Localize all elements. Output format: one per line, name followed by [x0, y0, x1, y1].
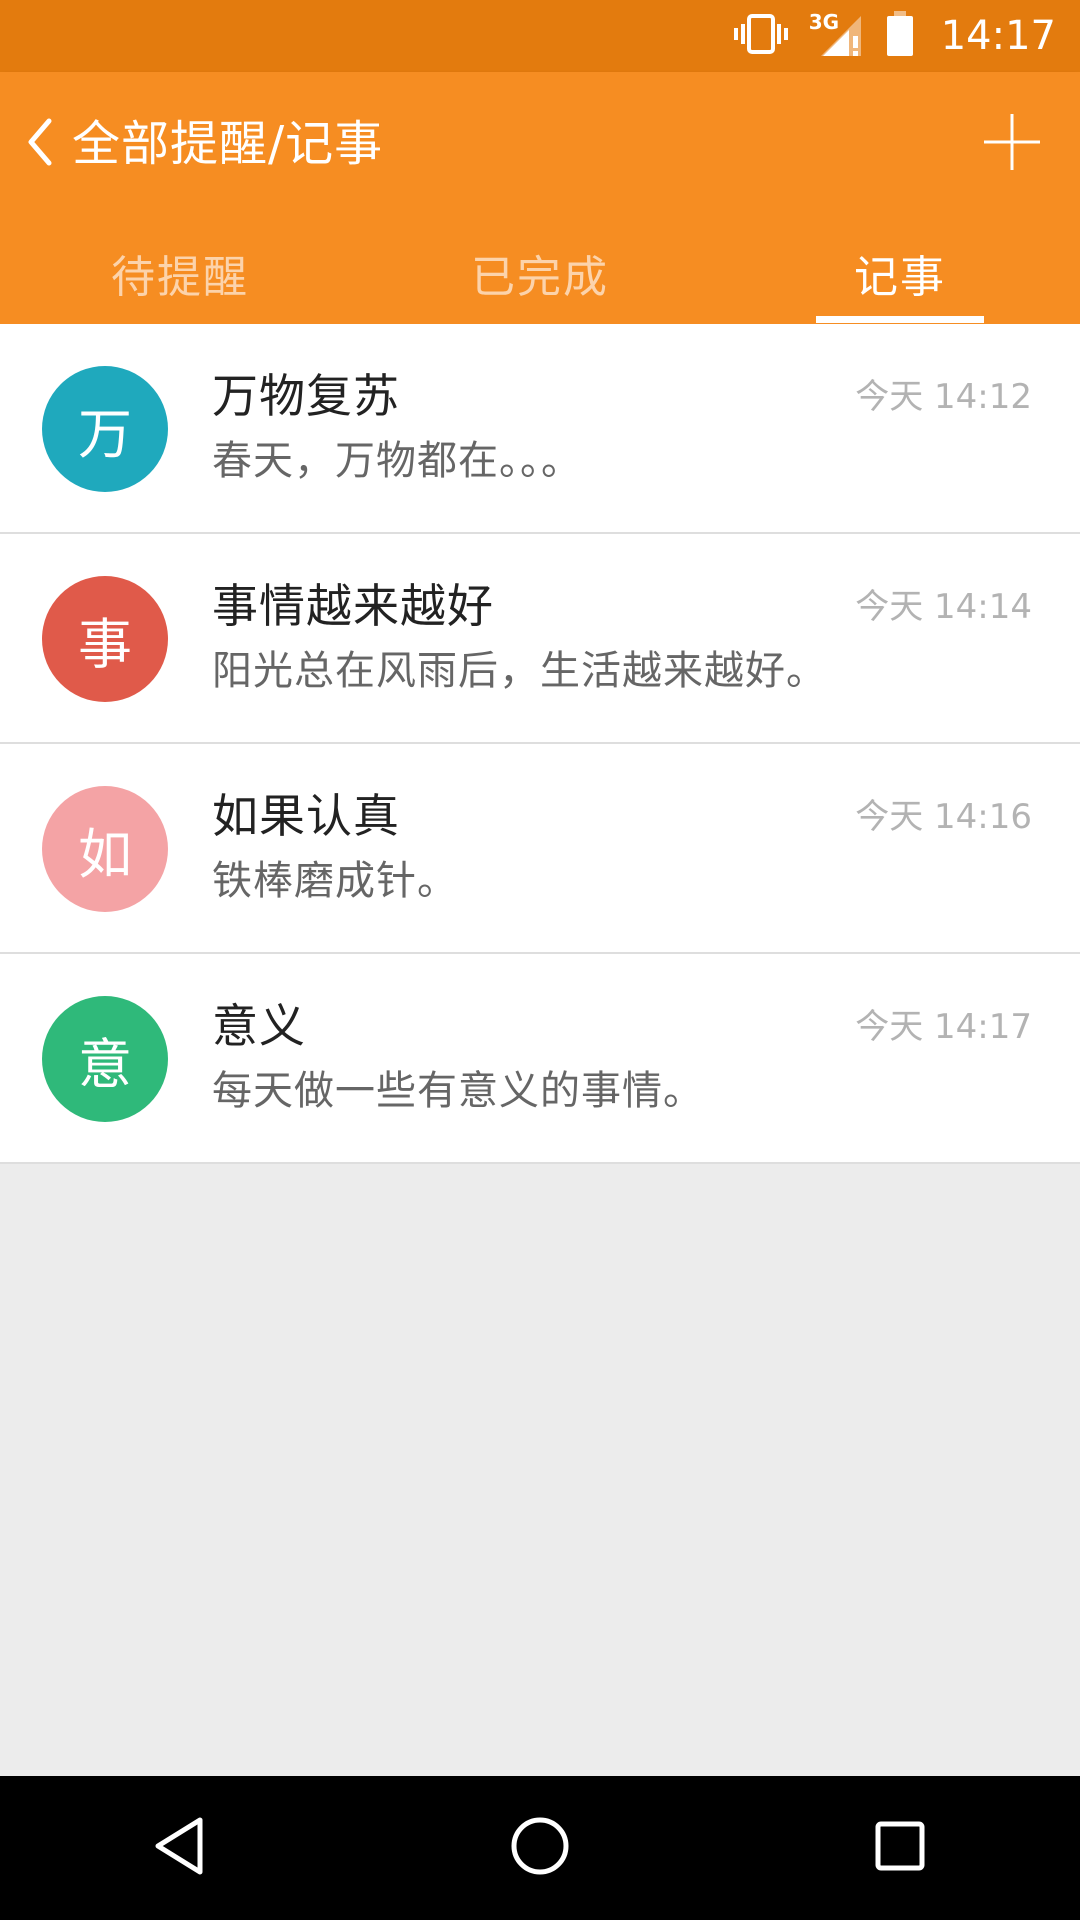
- note-title: 万物复苏: [212, 369, 400, 423]
- status-bar: 3G 14:17: [0, 0, 1080, 72]
- list-item[interactable]: 事 事情越来越好 阳光总在风雨后，生活越来越好。 今天 14:14: [0, 534, 1080, 744]
- tab-completed[interactable]: 已完成: [360, 222, 720, 324]
- avatar: 如: [42, 786, 168, 912]
- system-nav-bar: [0, 1776, 1080, 1920]
- note-body: 阳光总在风雨后，生活越来越好。: [212, 648, 827, 694]
- tab-pending[interactable]: 待提醒: [0, 222, 360, 324]
- tab-indicator: [816, 316, 984, 323]
- note-title: 如果认真: [212, 789, 400, 843]
- note-body: 铁棒磨成针。: [212, 858, 458, 904]
- signal-3g-icon: 3G: [808, 10, 865, 60]
- plus-icon: [982, 112, 1042, 176]
- note-time: 今天 14:17: [855, 1007, 1032, 1047]
- tab-notes[interactable]: 记事: [720, 222, 1080, 324]
- avatar: 意: [42, 996, 168, 1122]
- note-time: 今天 14:14: [855, 587, 1032, 627]
- note-title: 意义: [212, 999, 306, 1053]
- network-type-label: 3G: [808, 10, 840, 34]
- back-triangle-icon: [150, 1814, 210, 1882]
- vibrate-icon: [733, 12, 789, 60]
- note-title: 事情越来越好: [212, 579, 494, 633]
- notes-list: 万 万物复苏 春天，万物都在。。。 今天 14:12 事 事情越来越好 阳光总在…: [0, 324, 1080, 1164]
- back-button[interactable]: [14, 108, 66, 180]
- avatar: 万: [42, 366, 168, 492]
- add-note-button[interactable]: [974, 106, 1050, 182]
- note-body: 春天，万物都在。。。: [212, 438, 582, 484]
- nav-recents-button[interactable]: [840, 1788, 960, 1908]
- battery-icon: [885, 11, 915, 61]
- list-item[interactable]: 意 意义 每天做一些有意义的事情。 今天 14:17: [0, 954, 1080, 1164]
- app-bar: 全部提醒/记事 待提醒 已完成 记事: [0, 72, 1080, 324]
- status-time: 14:17: [940, 13, 1056, 59]
- list-item[interactable]: 如 如果认真 铁棒磨成针。 今天 14:16: [0, 744, 1080, 954]
- page-title: 全部提醒/记事: [72, 116, 384, 172]
- home-circle-icon: [508, 1814, 572, 1882]
- nav-home-button[interactable]: [480, 1788, 600, 1908]
- note-body: 每天做一些有意义的事情。: [212, 1068, 704, 1114]
- tab-bar: 待提醒 已完成 记事: [0, 222, 1080, 324]
- list-item[interactable]: 万 万物复苏 春天，万物都在。。。 今天 14:12: [0, 324, 1080, 534]
- nav-back-button[interactable]: [120, 1788, 240, 1908]
- note-time: 今天 14:12: [855, 377, 1032, 417]
- avatar: 事: [42, 576, 168, 702]
- note-time: 今天 14:16: [855, 797, 1032, 837]
- recents-square-icon: [870, 1816, 930, 1880]
- chevron-left-icon: [25, 117, 55, 171]
